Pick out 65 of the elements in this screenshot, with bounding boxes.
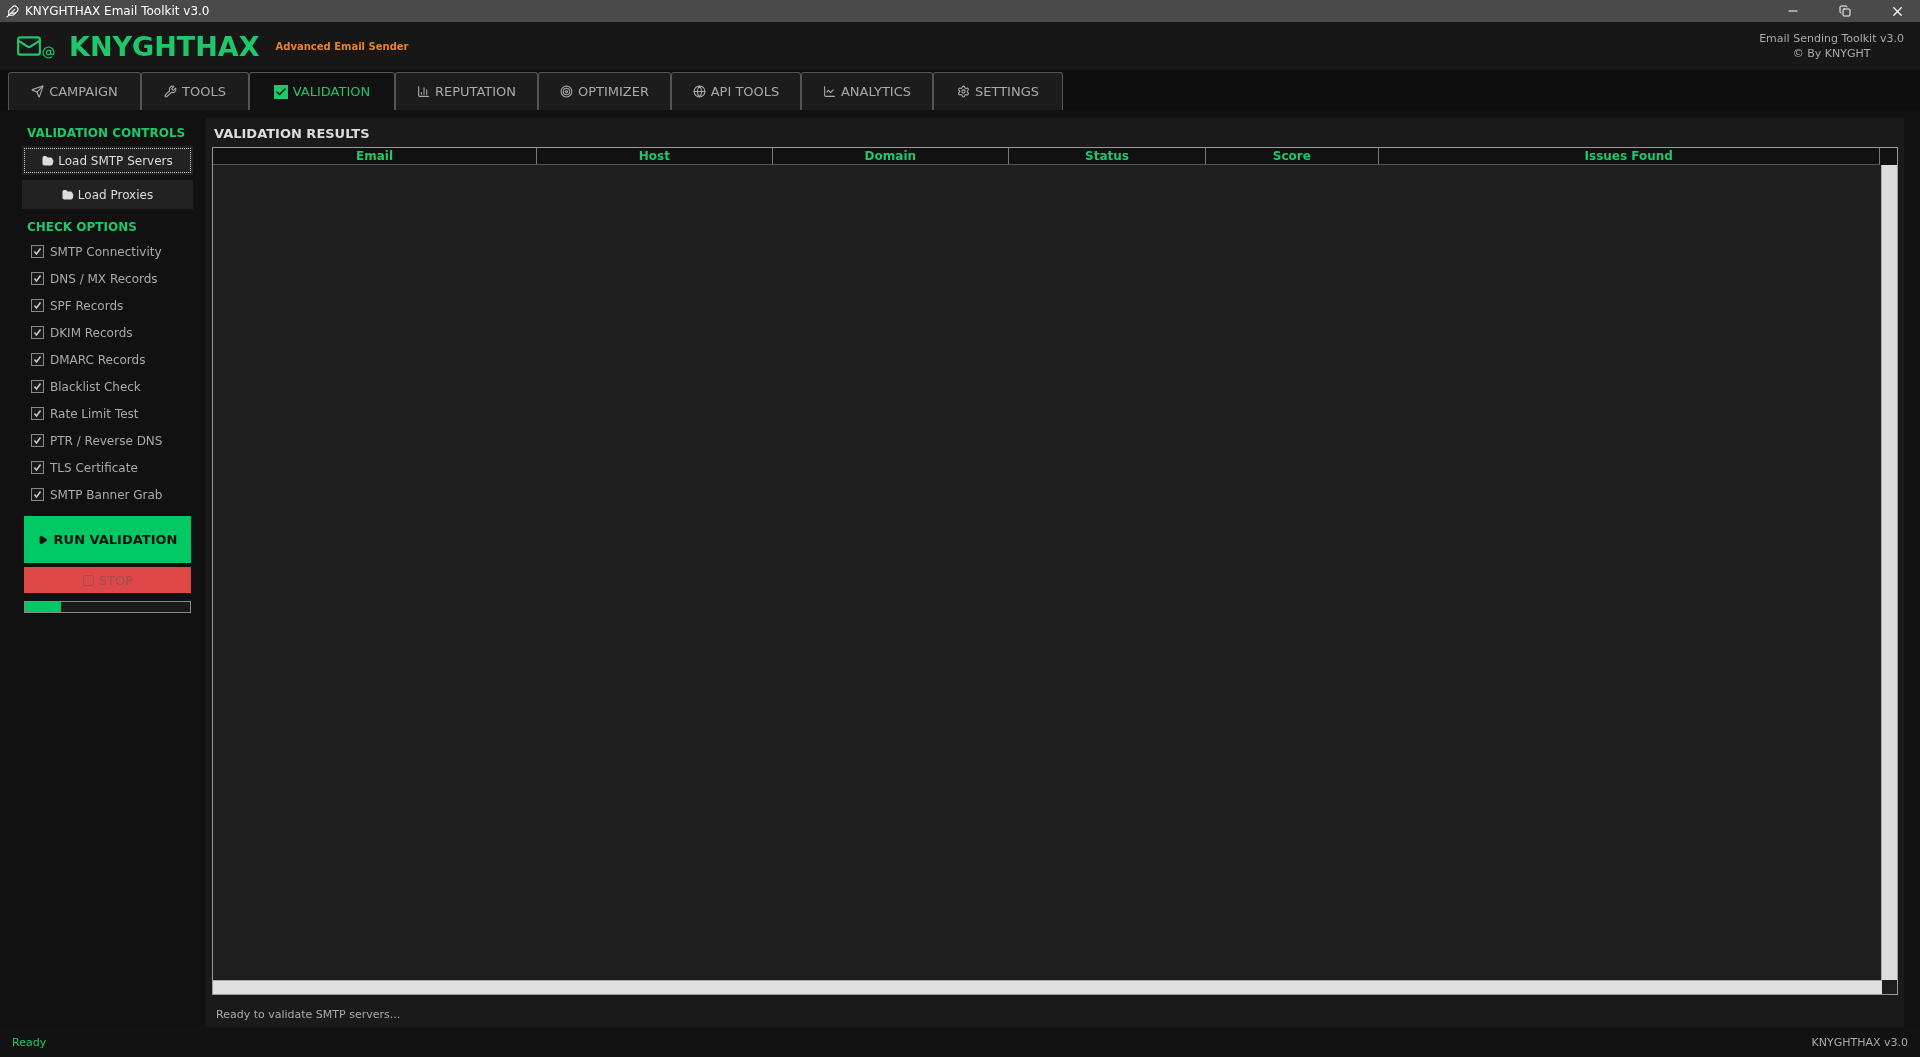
send-icon xyxy=(31,85,45,98)
wrench-icon xyxy=(164,85,178,98)
folder-icon xyxy=(42,154,55,167)
brand-subtitle: Advanced Email Sender xyxy=(275,40,410,52)
option-label: SMTP Banner Grab xyxy=(50,487,163,502)
section-title: CHECK OPTIONS xyxy=(27,220,138,234)
version-label: Email Sending Toolkit v3.0 xyxy=(1759,32,1904,45)
folder-icon xyxy=(61,188,74,201)
status-text: Ready xyxy=(12,1035,47,1049)
load-button[interactable]: Load SMTP Servers xyxy=(24,148,191,173)
tab[interactable]: CAMPAIGN xyxy=(8,72,141,110)
status-message: Ready to validate SMTP servers... xyxy=(215,1007,402,1023)
tab[interactable]: TOOLS xyxy=(141,72,249,110)
play-icon xyxy=(37,534,48,545)
target-icon xyxy=(559,85,573,98)
checkbox[interactable] xyxy=(31,245,44,258)
option-label: DMARC Records xyxy=(50,352,146,367)
credit-label: © By KNYGHT xyxy=(1792,47,1871,60)
line-chart-icon xyxy=(822,85,836,98)
option-label: Rate Limit Test xyxy=(50,406,139,421)
option-label: TLS Certificate xyxy=(50,460,138,475)
option-label: SPF Records xyxy=(50,298,124,313)
checkbox[interactable] xyxy=(31,326,44,339)
restore-icon[interactable] xyxy=(1839,5,1851,17)
run-validation-button[interactable]: RUN VALIDATION xyxy=(24,516,191,563)
column-header[interactable]: Score xyxy=(1206,148,1379,165)
panel-title: VALIDATION RESULTS xyxy=(213,125,371,143)
checkbox[interactable] xyxy=(31,434,44,447)
tab[interactable]: VALIDATION xyxy=(249,72,395,110)
gear-icon xyxy=(957,85,970,98)
checkbox[interactable] xyxy=(31,272,44,285)
column-header[interactable]: Status xyxy=(1009,148,1207,165)
column-header[interactable]: Email xyxy=(213,148,538,165)
option-label: PTR / Reverse DNS xyxy=(50,433,163,448)
checkbox[interactable] xyxy=(31,488,44,501)
brand-title: KNYGHTHAX xyxy=(69,30,260,62)
globe-icon xyxy=(692,85,706,98)
checkbox[interactable] xyxy=(31,299,44,312)
option-label: SMTP Connectivity xyxy=(50,244,162,259)
tab[interactable]: API TOOLS xyxy=(671,72,801,110)
feather-icon xyxy=(6,4,19,18)
checkbox[interactable] xyxy=(31,461,44,474)
option-label: DNS / MX Records xyxy=(50,271,158,286)
vertical-scrollbar[interactable] xyxy=(1881,165,1897,980)
column-header[interactable]: Domain xyxy=(772,148,1010,165)
tab[interactable]: SETTINGS xyxy=(933,72,1063,110)
section-title: VALIDATION CONTROLS xyxy=(27,126,187,140)
version-text: KNYGHTHAX v3.0 xyxy=(1811,1035,1908,1049)
window-title: KNYGHTHAX Email Toolkit v3.0 xyxy=(25,4,211,18)
tab[interactable]: REPUTATION xyxy=(395,72,538,110)
column-header[interactable]: Host xyxy=(537,148,773,165)
mail-at-icon xyxy=(16,33,55,59)
column-header[interactable]: Issues Found xyxy=(1378,148,1880,165)
checkmark-icon xyxy=(273,84,288,99)
horizontal-scrollbar[interactable] xyxy=(213,980,1882,994)
option-label: Blacklist Check xyxy=(50,379,141,394)
checkbox[interactable] xyxy=(31,380,44,393)
checkbox[interactable] xyxy=(31,407,44,420)
load-button[interactable]: Load Proxies xyxy=(24,182,191,207)
option-label: DKIM Records xyxy=(50,325,133,340)
checkbox[interactable] xyxy=(31,353,44,366)
stop-icon xyxy=(81,573,95,587)
tab[interactable]: ANALYTICS xyxy=(801,72,933,110)
bar-chart-icon xyxy=(416,85,430,98)
tab[interactable]: OPTIMIZER xyxy=(538,72,671,110)
